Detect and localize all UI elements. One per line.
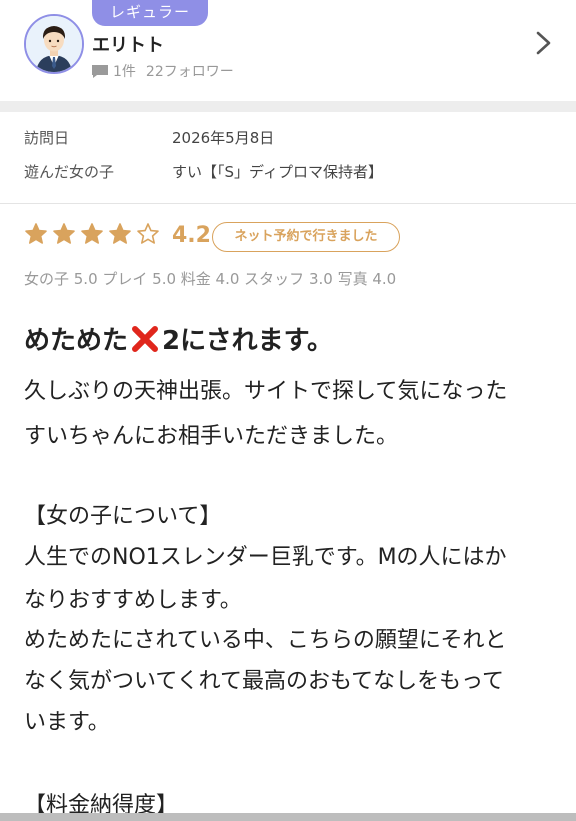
review-line: 人生でのNO1スレンダー巨乳です。Mの人にはか bbox=[24, 545, 507, 570]
star-rating bbox=[24, 222, 164, 246]
rank-badge: レギュラー bbox=[92, 0, 208, 26]
review-count: 1件 bbox=[113, 64, 136, 80]
star-empty-icon bbox=[137, 223, 159, 244]
visit-girl-label: 遊んだ女の子 bbox=[24, 163, 115, 181]
chevron-right-icon[interactable] bbox=[530, 28, 556, 58]
review-line: すいちゃんにお相手いただきました。 bbox=[24, 424, 399, 449]
info-divider bbox=[0, 203, 576, 204]
visit-date-label: 訪問日 bbox=[24, 129, 70, 147]
user-avatar-icon[interactable] bbox=[24, 14, 84, 74]
review-line: めためたにされている中、こちらの願望にそれと bbox=[24, 628, 507, 653]
bottom-bar bbox=[0, 813, 576, 821]
net-booking-badge: ネット予約で行きました bbox=[212, 222, 400, 252]
comment-icon bbox=[92, 64, 108, 78]
follower-count: 22フォロワー bbox=[145, 64, 234, 80]
rating-score: 4.2 bbox=[172, 223, 211, 248]
star-filled-icon bbox=[109, 223, 131, 244]
reviewer-name[interactable]: エリトト bbox=[92, 31, 164, 57]
cross-mark-icon bbox=[132, 325, 159, 352]
star-filled-icon bbox=[25, 223, 47, 244]
review-line: 久しぶりの天神出張。サイトで探して気になった bbox=[24, 379, 508, 404]
star-filled-icon bbox=[81, 223, 103, 244]
review-line: なりおすすめします。 bbox=[24, 588, 242, 613]
reviewer-meta: 1件 22フォロワー bbox=[92, 61, 234, 81]
reviewer-header[interactable]: レギュラー エリトト 1件 22フォロワー bbox=[0, 0, 576, 100]
visit-girl-value[interactable]: すい【「S」ディプロマ保持者】 bbox=[172, 161, 383, 182]
section-divider bbox=[0, 101, 576, 112]
star-filled-icon bbox=[53, 223, 75, 244]
review-line: います。 bbox=[24, 710, 110, 735]
review-title-end: 2にされます。 bbox=[162, 326, 333, 356]
visit-date-value: 2026年5月8日 bbox=[172, 129, 275, 147]
review-line: なく気がついてくれて最高のおもてなしをもって bbox=[24, 669, 505, 694]
sub-scores: 女の子 5.0 プレイ 5.0 料金 4.0 スタッフ 3.0 写真 4.0 bbox=[24, 270, 397, 288]
review-title-start: めためた bbox=[24, 326, 129, 356]
review-title: めためた 2にされます。 bbox=[24, 320, 333, 357]
section-heading: 【女の子について】 bbox=[24, 504, 222, 529]
